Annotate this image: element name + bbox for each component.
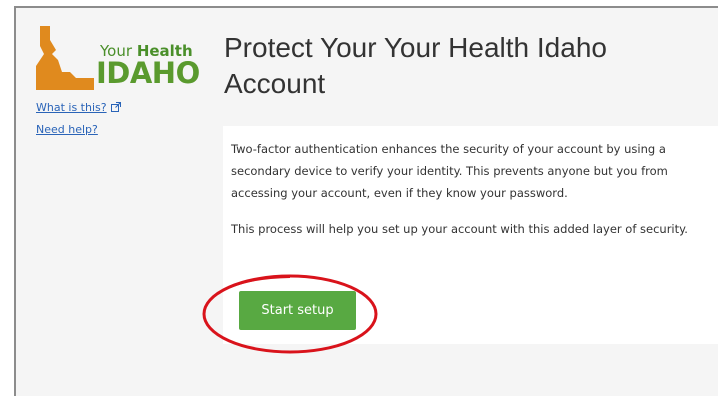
need-help-link[interactable]: Need help? (36, 123, 98, 136)
sidebar: Your Health IDAHO What is this? Need hel… (16, 8, 216, 396)
intro-paragraph: Two-factor authentication enhances the s… (231, 142, 668, 200)
login-frame: Your Health IDAHO What is this? Need hel… (14, 6, 718, 396)
external-link-icon (110, 102, 121, 112)
your-health-idaho-logo: Your Health IDAHO (36, 26, 200, 96)
page-title: Protect Your Your Health Idaho Account (224, 32, 607, 99)
setup-card: Two-factor authentication enhances the s… (223, 126, 718, 344)
start-setup-button[interactable]: Start setup (239, 291, 356, 330)
what-is-this-link[interactable]: What is this? (36, 101, 121, 114)
idaho-state-icon (36, 26, 94, 90)
logo-word-idaho: IDAHO (96, 56, 200, 90)
what-is-this-label: What is this? (36, 101, 107, 114)
process-paragraph: This process will help you set up your a… (231, 222, 688, 236)
